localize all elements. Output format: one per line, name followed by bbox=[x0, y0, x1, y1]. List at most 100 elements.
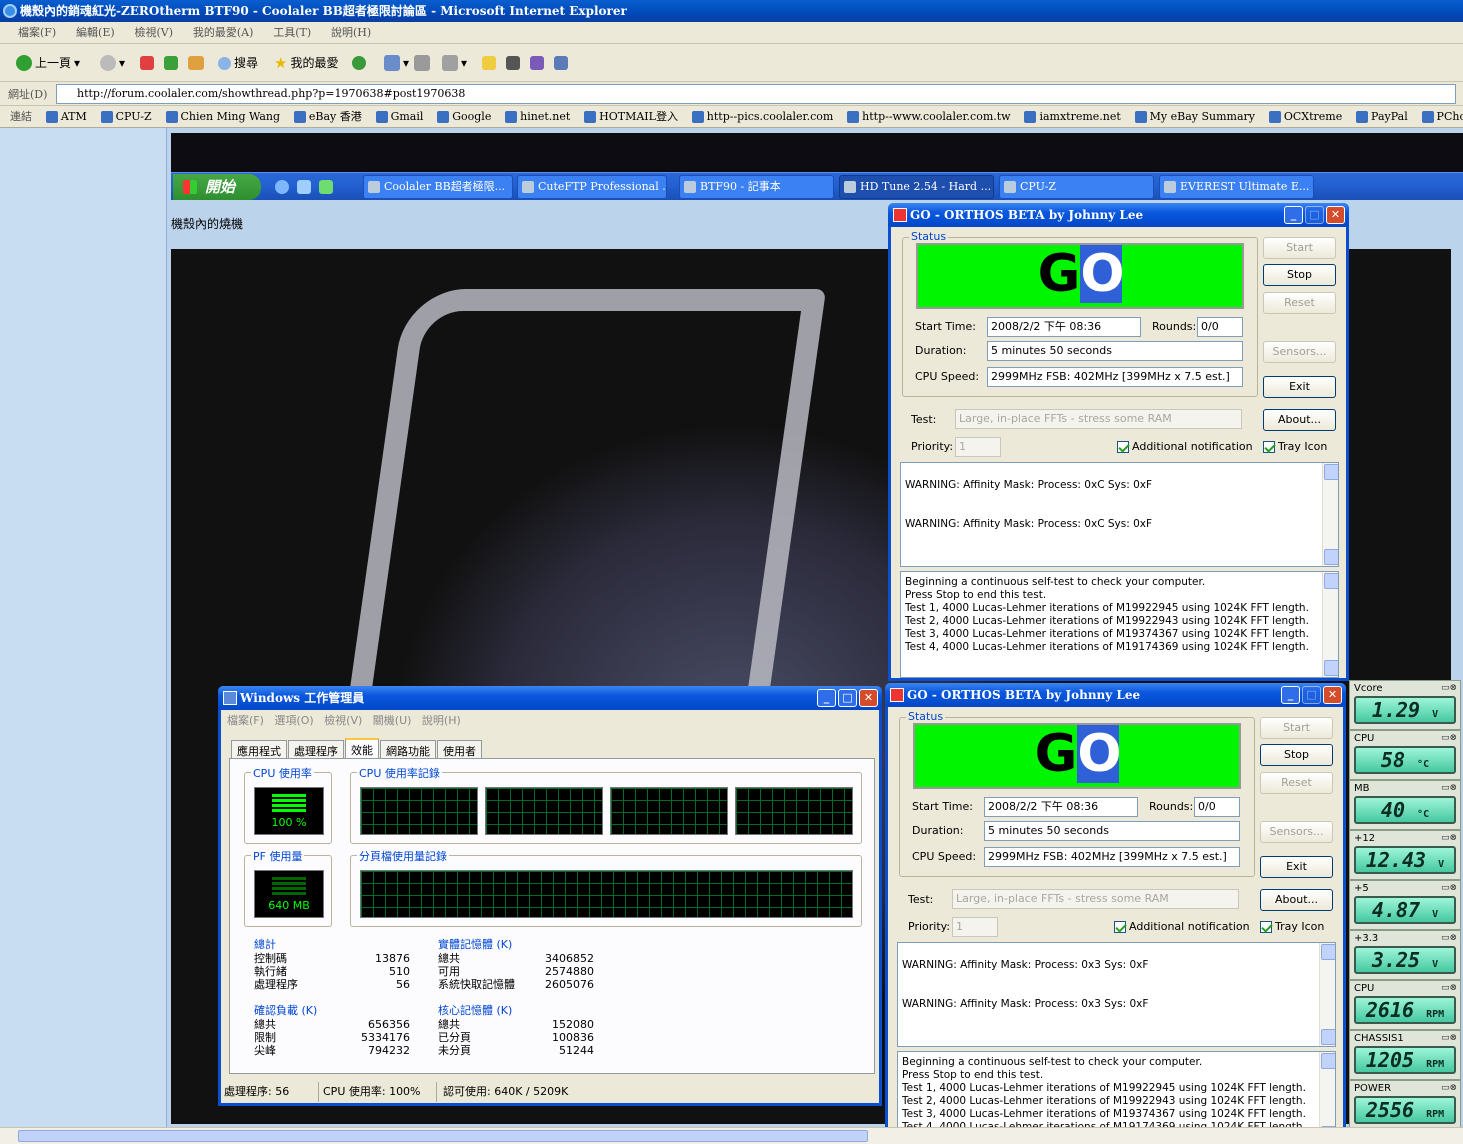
vertical-scrollbar[interactable] bbox=[1319, 943, 1335, 1046]
horizontal-scrollbar[interactable] bbox=[0, 1127, 1463, 1144]
taskbar-item-cuteftp[interactable]: CuteFTP Professional ... bbox=[517, 175, 667, 199]
tool-button-1[interactable] bbox=[506, 53, 520, 73]
link-www-coolaler[interactable]: http--www.coolaler.com.tw bbox=[847, 106, 1020, 127]
menu-shutdown[interactable]: 關機(U) bbox=[373, 714, 412, 727]
link-pics-coolaler[interactable]: http--pics.coolaler.com bbox=[691, 106, 844, 127]
ie-quicklaunch-icon[interactable] bbox=[275, 180, 289, 194]
folder-button[interactable] bbox=[482, 53, 496, 73]
quicklaunch-icon[interactable] bbox=[297, 180, 311, 194]
maximize-button[interactable]: □ bbox=[1302, 686, 1321, 704]
sensor-controls-icon[interactable]: ▭⊗ bbox=[1441, 833, 1457, 843]
forward-button[interactable]: ▾ bbox=[100, 53, 125, 73]
test-select[interactable]: Large, in-place FFTs - stress some RAM bbox=[955, 409, 1242, 429]
link-google[interactable]: Google bbox=[437, 106, 501, 127]
exit-button-orthos[interactable]: Exit bbox=[1263, 376, 1336, 398]
stop-button-orthos[interactable]: Stop bbox=[1263, 264, 1336, 286]
additional-notification-checkbox[interactable]: Additional notification bbox=[1117, 440, 1253, 453]
back-button[interactable]: 上一頁 ▾ bbox=[16, 53, 80, 73]
link-my-ebay[interactable]: My eBay Summary bbox=[1134, 106, 1265, 127]
screenshot-top-band bbox=[171, 133, 1463, 172]
taskbar-item-hdtune[interactable]: HD Tune 2.54 - Hard ... bbox=[839, 175, 994, 199]
menu-file[interactable]: 檔案(F) bbox=[0, 22, 64, 44]
sensor-controls-icon[interactable]: ▭⊗ bbox=[1441, 783, 1457, 793]
about-button-orthos[interactable]: About... bbox=[1260, 889, 1333, 911]
about-button-orthos[interactable]: About... bbox=[1263, 409, 1336, 431]
address-input[interactable]: http://forum.coolaler.com/showthread.php… bbox=[56, 84, 1456, 104]
messenger-icon[interactable] bbox=[319, 180, 333, 194]
favorites-button[interactable]: ★ 我的最愛 bbox=[274, 53, 338, 73]
menu-view[interactable]: 檢視(V) bbox=[324, 714, 362, 727]
menu-help[interactable]: 說明(H) bbox=[422, 714, 461, 727]
print-button[interactable] bbox=[414, 53, 430, 73]
menu-options[interactable]: 選項(O) bbox=[274, 714, 313, 727]
edit-button[interactable]: ▾ bbox=[442, 53, 467, 73]
sensor-controls-icon[interactable]: ▭⊗ bbox=[1441, 883, 1457, 893]
link-chien-ming-wang[interactable]: Chien Ming Wang bbox=[165, 106, 291, 127]
additional-notification-checkbox[interactable]: Additional notification bbox=[1114, 920, 1250, 933]
link-cpuz[interactable]: CPU-Z bbox=[100, 106, 162, 127]
maximize-button[interactable]: □ bbox=[1305, 206, 1324, 224]
taskbar-item-notepad[interactable]: BTF90 - 記事本 bbox=[679, 175, 834, 199]
tray-icon-checkbox[interactable]: Tray Icon bbox=[1263, 440, 1327, 453]
close-button[interactable]: ✕ bbox=[1323, 686, 1342, 704]
sensor-controls-icon[interactable]: ▭⊗ bbox=[1441, 933, 1457, 943]
home-button[interactable] bbox=[188, 53, 204, 73]
taskbar-item-forum[interactable]: Coolaler BB超者極限... bbox=[363, 175, 513, 199]
taskbar-item-everest[interactable]: EVEREST Ultimate E... bbox=[1159, 175, 1314, 199]
menu-tools[interactable]: 工具(T) bbox=[265, 22, 319, 44]
start-button-orthos[interactable]: Start bbox=[1263, 237, 1336, 259]
tool-button-2[interactable] bbox=[530, 53, 544, 73]
warnings-log-2[interactable]: WARNING: Affinity Mask: Process: 0x3 Sys… bbox=[897, 942, 1336, 1047]
sensors-button-orthos[interactable]: Sensors... bbox=[1260, 821, 1333, 843]
stop-button-orthos[interactable]: Stop bbox=[1260, 744, 1333, 766]
tool-button-3[interactable] bbox=[554, 53, 568, 73]
status-label: Status bbox=[906, 710, 946, 723]
media-button[interactable] bbox=[352, 53, 366, 73]
menu-view[interactable]: 檢視(V) bbox=[127, 22, 182, 44]
taskbar-item-cpuz[interactable]: CPU-Z bbox=[999, 175, 1154, 199]
sensor-controls-icon[interactable]: ▭⊗ bbox=[1441, 1033, 1457, 1043]
link-iamxtreme[interactable]: iamxtreme.net bbox=[1024, 106, 1130, 127]
menu-help[interactable]: 說明(H) bbox=[323, 22, 379, 44]
link-paypal[interactable]: PayPal bbox=[1356, 106, 1418, 127]
sensor-controls-icon[interactable]: ▭⊗ bbox=[1441, 983, 1457, 993]
link-gmail[interactable]: Gmail bbox=[375, 106, 434, 127]
minimize-button[interactable]: _ bbox=[1284, 206, 1303, 224]
mail-button[interactable]: ▾ bbox=[384, 53, 409, 73]
close-button[interactable]: ✕ bbox=[1326, 206, 1345, 224]
sensors-button-orthos[interactable]: Sensors... bbox=[1263, 341, 1336, 363]
link-ebay-hk[interactable]: eBay 香港 bbox=[293, 106, 372, 127]
search-button[interactable]: 搜尋 bbox=[218, 53, 258, 73]
menu-favorites[interactable]: 我的最愛(A) bbox=[185, 22, 262, 44]
vertical-scrollbar[interactable] bbox=[1322, 572, 1338, 677]
minimize-button[interactable]: _ bbox=[817, 689, 836, 707]
exit-button-orthos[interactable]: Exit bbox=[1260, 856, 1333, 878]
link-pchome[interactable]: PChome24h到貨 bbox=[1421, 106, 1463, 127]
menu-edit[interactable]: 編輯(E) bbox=[68, 22, 123, 44]
scrollbar-thumb[interactable] bbox=[18, 1130, 868, 1142]
sensor-controls-icon[interactable]: ▭⊗ bbox=[1441, 683, 1457, 693]
link-ocxtreme[interactable]: OCXtreme bbox=[1268, 106, 1352, 127]
close-button[interactable]: ✕ bbox=[859, 689, 878, 707]
stop-page-button[interactable] bbox=[140, 53, 154, 73]
priority-select[interactable]: 1 bbox=[952, 917, 998, 937]
tray-icon-checkbox[interactable]: Tray Icon bbox=[1260, 920, 1324, 933]
warnings-log-1[interactable]: WARNING: Affinity Mask: Process: 0xC Sys… bbox=[900, 462, 1339, 567]
priority-select[interactable]: 1 bbox=[955, 437, 1001, 457]
menu-file[interactable]: 檔案(F) bbox=[227, 714, 264, 727]
start-button-orthos[interactable]: Start bbox=[1260, 717, 1333, 739]
link-hinet[interactable]: hinet.net bbox=[505, 106, 580, 127]
test-select[interactable]: Large, in-place FFTs - stress some RAM bbox=[952, 889, 1239, 909]
vertical-scrollbar[interactable] bbox=[1322, 463, 1338, 566]
minimize-button[interactable]: _ bbox=[1281, 686, 1300, 704]
refresh-button[interactable] bbox=[164, 53, 178, 73]
test-log-1[interactable]: Beginning a continuous self-test to chec… bbox=[900, 571, 1339, 678]
start-button[interactable]: 開始 bbox=[173, 174, 261, 200]
link-hotmail[interactable]: HOTMAIL登入 bbox=[584, 106, 688, 127]
sensor-controls-icon[interactable]: ▭⊗ bbox=[1441, 733, 1457, 743]
sensor-controls-icon[interactable]: ▭⊗ bbox=[1441, 1083, 1457, 1093]
reset-button-orthos[interactable]: Reset bbox=[1260, 772, 1333, 794]
maximize-button[interactable]: □ bbox=[838, 689, 857, 707]
link-atm[interactable]: ATM bbox=[45, 106, 97, 127]
reset-button-orthos[interactable]: Reset bbox=[1263, 292, 1336, 314]
